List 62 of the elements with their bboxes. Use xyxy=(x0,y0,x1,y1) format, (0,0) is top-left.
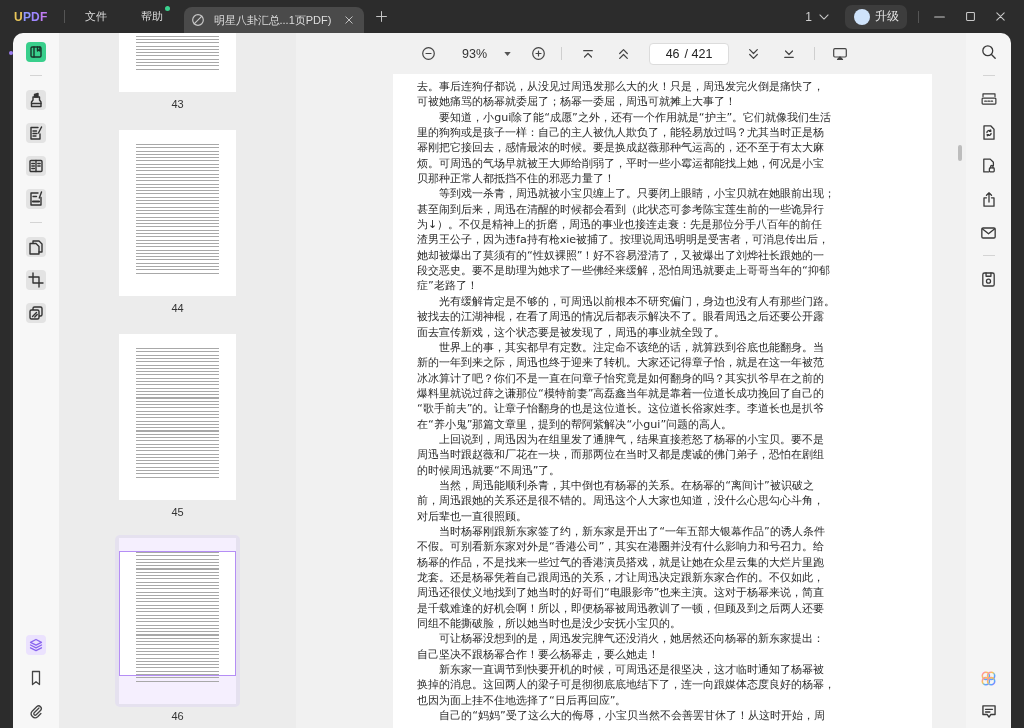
save-icon[interactable] xyxy=(982,271,995,287)
clover-logo-icon[interactable] xyxy=(981,670,996,686)
paragraph: 新东家一直调节到快要开机的时候，可周迅还是很坚决，这才临时通知了杨幂被 换掉的消息。这回两人的梁子可是彻彻底底地结下了，连一向跟媒体态度良好的杨幂， 也因为面上挂不住地选择了“日后再回应”。 xyxy=(417,662,836,709)
minimize-icon[interactable] xyxy=(934,15,945,18)
layers-icon[interactable] xyxy=(26,635,46,655)
indicator-dot-icon xyxy=(9,51,13,55)
paragraph: 去。事后连狗仔都说，从没见过周迅发那么大的火！只是，周迅发完火倒是痛快了， 可被她痛骂的杨幂就委屈了；杨幂一委屈，周迅可就摊上大事了！ xyxy=(417,79,825,110)
logo-text: UPDF xyxy=(14,9,48,24)
page-thumbnail[interactable] xyxy=(119,130,236,296)
zoom-dropdown[interactable]: 93% xyxy=(453,44,512,63)
chevron-down-line-icon[interactable] xyxy=(784,49,795,58)
menu-item[interactable]: 文件 xyxy=(84,6,115,27)
chevron-down-icon xyxy=(819,13,829,20)
chevron-up-line-icon[interactable] xyxy=(583,49,594,58)
document-lock-icon[interactable] xyxy=(982,158,995,173)
highlighter-icon[interactable] xyxy=(26,90,46,110)
page-number-field[interactable]: 46 / 421 xyxy=(649,42,730,65)
document-columns-icon[interactable] xyxy=(26,156,46,176)
zoom-out-icon[interactable] xyxy=(422,47,435,60)
search-icon[interactable] xyxy=(981,45,996,59)
scan-icon[interactable] xyxy=(980,92,997,105)
slashed-circle-icon xyxy=(191,14,204,26)
zoom-in-icon[interactable] xyxy=(532,47,546,60)
page-thumbnail[interactable] xyxy=(115,535,240,707)
mail-icon[interactable] xyxy=(981,226,996,239)
close-icon[interactable] xyxy=(344,16,353,24)
page-thumbnail[interactable] xyxy=(119,334,236,500)
page-number-label: 44 xyxy=(171,301,184,315)
paragraph: 上回说到，周迅因为在组里发了通脾气，结果直接惹怒了杨幂的小宝贝。要不是 周迅当时跟赵薇和厂花在一块，而那两位在当时又都是虔诚的佛门弟子，恐怕在剧组 的时候周迅就要“不周迅”了。 xyxy=(417,431,826,478)
maximize-icon[interactable] xyxy=(966,12,975,21)
paragraph: 等到戏一杀青，周迅就被小宝贝缠上了。只要闭上眼睛，小宝贝就在她眼前出现； 甚至闹到后来，周迅在清醒的时候都会看到（此状态可参考陈宝莲生前的一些诡异行 为↓）。不仅是精神上的折磨，周迅的事业也接连走衰：先是那位分手八百年的前任 渣男王公子，因为违fa持有枪xie被捕了。按理说周迅明明是受害者，可消息传出后， 她却被爆出了莫须有的“性奴裸照”！好不容易澄清了，又被爆出了刘烨社长跟她的一 段交恶史。要不是助理为她求了一些佛经来缓解，恐怕周迅就要走上哥哥当年的“抑郁 症”老路了！ xyxy=(417,186,837,294)
document-sign-icon[interactable] xyxy=(26,189,46,209)
count-dropdown[interactable]: 1 xyxy=(805,7,829,26)
plus-icon[interactable] xyxy=(375,11,387,22)
close-icon[interactable] xyxy=(996,12,1005,21)
pages-icon[interactable] xyxy=(26,237,46,257)
document-pen-icon[interactable] xyxy=(26,123,46,143)
page-number-label: 45 xyxy=(171,505,184,519)
menu-item[interactable]: 帮助 xyxy=(140,6,171,27)
screen-icon[interactable] xyxy=(833,47,848,60)
share-icon[interactable] xyxy=(982,191,995,207)
page-number-label: 43 xyxy=(171,97,184,111)
paragraph: 自己的“妈妈”受了这么大的侮辱，小宝贝当然不会善罢甘休了！从这时开始，周 xyxy=(438,708,826,724)
chat-icon[interactable] xyxy=(981,704,996,718)
document-sync-icon[interactable] xyxy=(982,124,995,140)
paragraph: 光有缓解肯定是不够的，可周迅以前根本不研究偏门，身边也没有人有那些门路。 被找去的江湖神棍，在看了周迅的情况后都表示解决不了。眼看周迅之后还要公开露 面去宣传新戏，这个状态要是被发现了，周迅的事业就全毁了。 xyxy=(417,293,837,340)
paragraph: 当时杨幂刚跟新东家签了约，新东家是开出了“一年五部大银幕作品”的诱人条件 不假。可别看新东家对外是“香港公司”，其实在港圈并没有什么影响力和号召力。给 杨幂的作品，不是找来一些过气的香港演员搭戏，就是让她在众星云集的大烂片里跑 龙套。还是杨幂凭着自己跟周迅的关系，才让周迅决定跟新东家合作的。不仅如此， 周迅还很仗义地找到了她当时的好哥们“电眼影帝”也来主演。这对于杨幂来说，简直 是千载难逢的好机会啊！所以，即便杨幂被周迅教训了一顿，但顾及到之后两人还要 同组不能撕破脸，所以她当时也是没少安抚小宝贝的。 xyxy=(417,523,826,632)
scrollbar[interactable] xyxy=(958,145,962,161)
double-chevron-up-icon[interactable] xyxy=(619,48,629,59)
paragraph: 世界上的事，其实都早有定数。注定命不该绝的话，就算跌到谷底也能翻身。当 新的一年到来之际，周迅也终于迎来了转机。大家还记得章子怡，就是在这一年被范 冰冰算计了吧？你们不是一直在问章子怡究竟是如何翻身的吗？其实扒爷早在之前的 爆料里就说过薛之谦那位“模特前妻”高磊鑫当年就是靠着一位道长成功挽回了自己的 “歌手前夫”的。让章子怡翻身的也是这位道长。这位道长俗家姓李。李道长也是扒爷 在“养小鬼”那篇文章里，提到的帮阿紫解决“小gui”问题的高人。 xyxy=(417,339,826,432)
paragraph: 当然，周迅能顺利杀青，其中倒也有杨幂的关系。在杨幂的“离间计”被识破之 前，周迅跟她的关系还是很不错的。周迅这个人大家也知道，没什么心思勾心斗角， 对后辈也一直很照顾。 xyxy=(417,477,825,524)
paragraph: 可让杨幂没想到的是，周迅发完脾气还没消火，她居然还向杨幂的新东家提出： 自己坚决不跟杨幂合作！要么杨幂走，要么她走！ xyxy=(417,631,826,663)
crop-icon[interactable] xyxy=(26,270,46,290)
book-icon[interactable] xyxy=(26,42,46,62)
stacked-squares-icon[interactable] xyxy=(26,303,46,323)
avatar-icon xyxy=(854,8,870,25)
caret-icon xyxy=(504,51,512,56)
double-chevron-down-icon[interactable] xyxy=(749,48,759,59)
page-number-label: 46 xyxy=(171,709,184,723)
document-tab[interactable]: 明星八卦汇总...1页PDF) xyxy=(183,7,364,33)
upgrade-button[interactable]: 升级 xyxy=(845,4,907,29)
paragraph: 要知道，小gui除了能“成愿”之外，还有一个作用就是“护主”。它们就像我们生活 里的狗狗或是孩子一样：自己的主人被仇人欺负了，能轻易放过吗？尤其当时正是杨 幂刚把它接回去，感情最浓的时候。要是换成赵薇那种气运高的，还不至于有太大麻 烦。可周迅的气场早就被王大师给削弱了，平时一些小霉运都能找上她，何况是小宝 贝那种正常人都抵挡不住的邪恶力量了！ xyxy=(417,109,833,187)
